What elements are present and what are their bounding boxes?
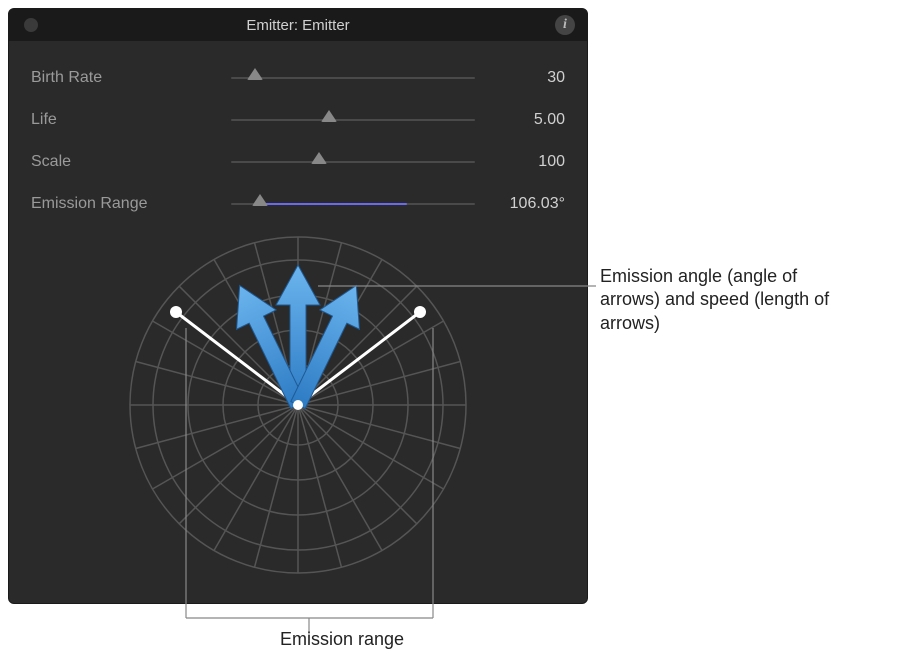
slider-thumb-icon[interactable] bbox=[321, 110, 337, 122]
dial-center bbox=[293, 400, 303, 410]
range-handle-left[interactable] bbox=[170, 306, 182, 318]
param-value[interactable]: 106.03° bbox=[475, 195, 565, 213]
param-value[interactable]: 5.00 bbox=[475, 111, 565, 129]
param-label: Emission Range bbox=[31, 195, 231, 213]
slider-thumb-icon[interactable] bbox=[252, 194, 268, 206]
dial-svg bbox=[118, 225, 478, 585]
annotation-emission-angle: Emission angle (angle of arrows) and spe… bbox=[600, 265, 830, 335]
emission-dial[interactable] bbox=[9, 225, 587, 585]
emission-arrows[interactable] bbox=[220, 265, 376, 415]
range-handle-right[interactable] bbox=[414, 306, 426, 318]
param-value[interactable]: 30 bbox=[475, 69, 565, 87]
birth-rate-slider[interactable] bbox=[231, 67, 475, 89]
param-life: Life 5.00 bbox=[31, 99, 565, 141]
param-emission-range: Emission Range 106.03° bbox=[31, 183, 565, 225]
hud-panel: Emitter: Emitter i Birth Rate 30 Life 5.… bbox=[8, 8, 588, 604]
close-icon[interactable] bbox=[24, 18, 38, 32]
param-scale: Scale 100 bbox=[31, 141, 565, 183]
param-birth-rate: Birth Rate 30 bbox=[31, 57, 565, 99]
info-icon[interactable]: i bbox=[555, 15, 575, 35]
panel-title: Emitter: Emitter bbox=[246, 17, 349, 34]
param-label: Birth Rate bbox=[31, 69, 231, 87]
slider-fill bbox=[260, 203, 406, 205]
annotation-emission-range: Emission range bbox=[280, 628, 500, 651]
life-slider[interactable] bbox=[231, 109, 475, 131]
scale-slider[interactable] bbox=[231, 151, 475, 173]
param-label: Scale bbox=[31, 153, 231, 171]
titlebar: Emitter: Emitter i bbox=[9, 9, 587, 41]
param-label: Life bbox=[31, 111, 231, 129]
emission-range-slider[interactable] bbox=[231, 193, 475, 215]
slider-thumb-icon[interactable] bbox=[311, 152, 327, 164]
param-value[interactable]: 100 bbox=[475, 153, 565, 171]
slider-thumb-icon[interactable] bbox=[247, 68, 263, 80]
parameters-section: Birth Rate 30 Life 5.00 Scale 100 E bbox=[9, 41, 587, 225]
